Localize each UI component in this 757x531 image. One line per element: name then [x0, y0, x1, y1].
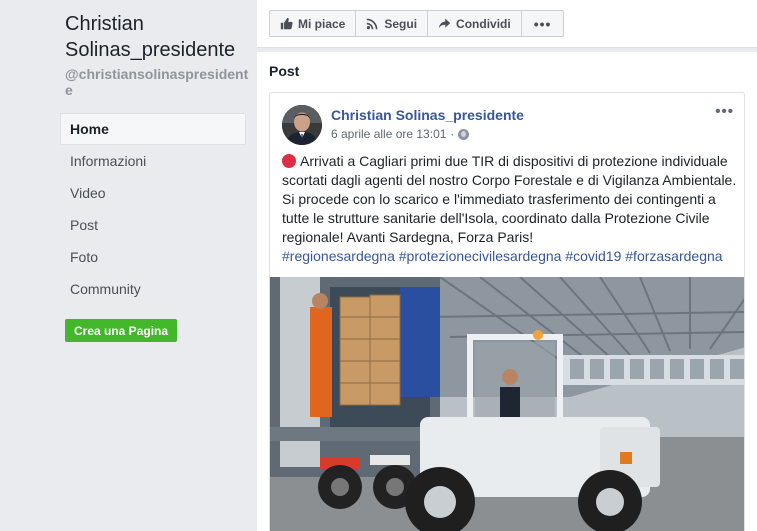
post-card: Christian Solinas_presidente 6 aprile al… [269, 92, 745, 531]
post-hashtags: #regionesardegna #protezionecivilesardeg… [282, 247, 738, 266]
rss-icon [367, 18, 378, 30]
post-text: Arrivati a Cagliari primi due TIR di dis… [282, 152, 738, 266]
page-action-bar: Mi piace Segui Condividi ••• [257, 0, 757, 48]
post-date[interactable]: 6 aprile alle ore 13:01 [331, 127, 446, 141]
nav-item-informazioni[interactable]: Informazioni [60, 145, 246, 177]
globe-icon [458, 128, 470, 140]
action-button-group: Mi piace Segui Condividi ••• [269, 10, 565, 37]
hashtag-link[interactable]: #regionesardegna [282, 248, 395, 264]
hashtag-link[interactable]: #covid19 [565, 248, 621, 264]
post-section-heading: Post [269, 63, 300, 79]
like-button[interactable]: Mi piace [270, 11, 357, 36]
more-dots-icon: ••• [533, 15, 552, 32]
share-label: Condividi [456, 16, 511, 31]
page-name[interactable]: Christian Solinas_presidente [65, 11, 250, 63]
nav-item-foto[interactable]: Foto [60, 241, 246, 273]
like-label: Mi piace [298, 16, 346, 31]
nav-item-post[interactable]: Post [60, 209, 246, 241]
author-avatar[interactable] [282, 105, 322, 145]
follow-label: Segui [384, 16, 418, 31]
red-circle-emoji-icon [282, 154, 296, 168]
page-handle: @christiansolinaspresidente [65, 66, 249, 98]
share-arrow-icon [438, 18, 451, 29]
page-nav: Home Informazioni Video Post Foto Commun… [60, 113, 246, 305]
post-author-link[interactable]: Christian Solinas_presidente [331, 107, 524, 123]
avatar-portrait [282, 105, 322, 145]
nav-item-video[interactable]: Video [60, 177, 246, 209]
nav-item-community[interactable]: Community [60, 273, 246, 305]
post-photo[interactable] [270, 277, 744, 531]
hashtag-link[interactable]: #protezionecivilesardegna [399, 248, 562, 264]
warehouse-unloading-image [270, 277, 744, 531]
post-body: Arrivati a Cagliari primi due TIR di dis… [282, 153, 737, 245]
left-column: Christian Solinas_presidente @christians… [0, 0, 257, 531]
hashtag-link[interactable]: #forzasardegna [625, 248, 722, 264]
more-options-button[interactable]: ••• [522, 11, 564, 36]
nav-item-home[interactable]: Home [60, 113, 246, 145]
meta-separator: · [450, 127, 455, 141]
share-button[interactable]: Condividi [428, 11, 522, 36]
post-section: Post Christian Solinas_presidente 6 apri… [257, 52, 757, 531]
post-meta: 6 aprile alle ore 13:01 · [331, 127, 470, 141]
right-column: Mi piace Segui Condividi ••• Post Christ… [257, 0, 757, 531]
follow-button[interactable]: Segui [356, 11, 429, 36]
post-options-button[interactable]: ••• [715, 103, 734, 120]
create-page-button[interactable]: Crea una Pagina [65, 319, 178, 342]
thumbs-up-icon [280, 17, 293, 30]
